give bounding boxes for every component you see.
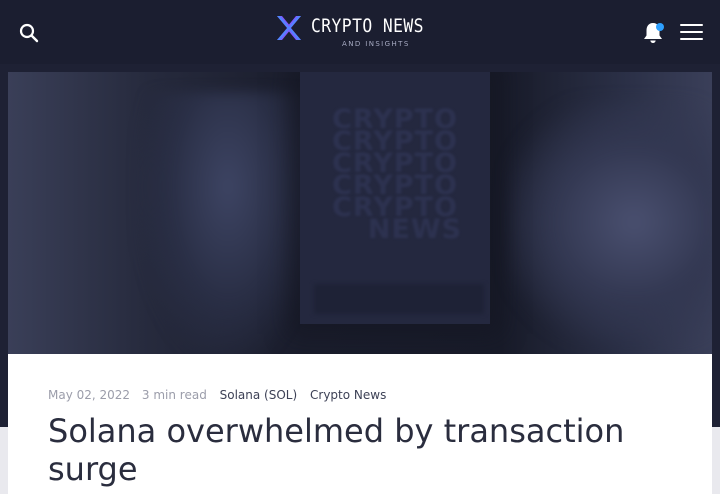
article-card: May 02, 2022 3 min read Solana (SOL) Cry… xyxy=(8,354,712,494)
tag-link[interactable]: Solana (SOL) xyxy=(220,388,298,402)
article-read-time: 3 min read xyxy=(141,388,207,402)
tag-link[interactable]: Crypto News xyxy=(310,388,386,402)
notification-badge-dot xyxy=(656,23,664,31)
article-date: May 02, 2022 xyxy=(48,388,131,402)
site-logo[interactable]: CRYPTO NEWS AND INSIGHTS xyxy=(274,13,444,53)
hero-blurred-background xyxy=(508,102,712,342)
logo-title: CRYPTO NEWS xyxy=(311,15,424,37)
search-button[interactable] xyxy=(18,22,40,44)
top-navigation-bar: CRYPTO NEWS AND INSIGHTS xyxy=(0,0,720,64)
hero-sign-strip xyxy=(314,284,484,314)
crypto-news-logo-icon xyxy=(277,16,301,40)
hero-blurred-figure xyxy=(138,92,318,354)
article-hero-image: CRYPTO CRYPTO CRYPTO CRYPTO CRYPTO NEWS xyxy=(8,72,712,354)
search-icon xyxy=(19,23,39,43)
hero-sign-word: NEWS xyxy=(367,214,463,245)
article-meta: May 02, 2022 3 min read Solana (SOL) Cry… xyxy=(48,388,386,402)
main-menu-button[interactable] xyxy=(680,24,703,41)
logo-tagline: AND INSIGHTS xyxy=(342,40,410,48)
article-title[interactable]: Solana overwhelmed by transaction surge xyxy=(48,412,668,488)
